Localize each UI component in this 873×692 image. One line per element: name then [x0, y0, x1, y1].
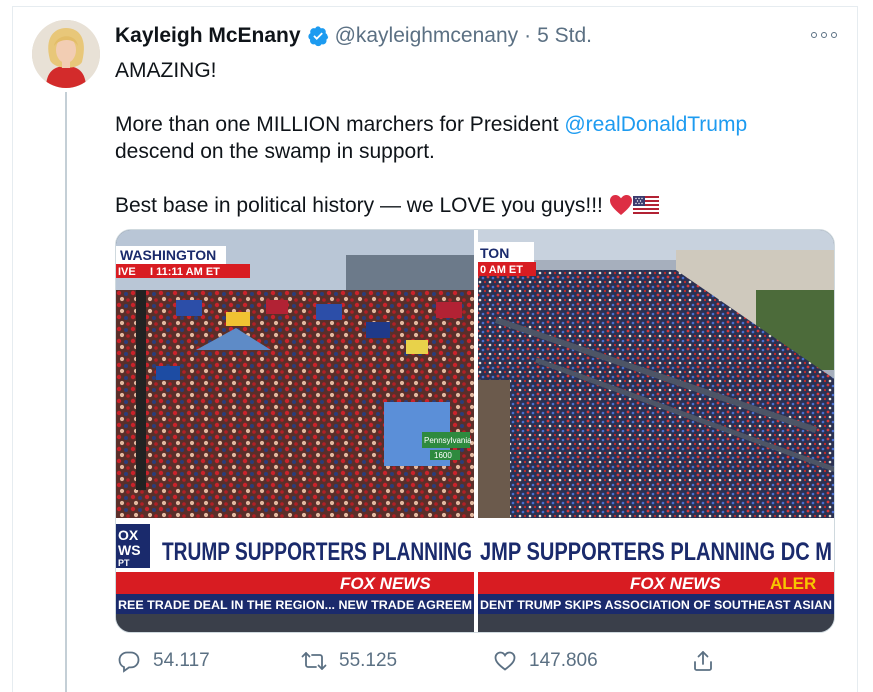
tweet-text-line: AMAZING! — [115, 59, 217, 82]
separator-dot: · — [524, 24, 532, 47]
logo-text: PT — [118, 558, 130, 568]
live-time: I 11:11 AM ET — [150, 266, 220, 278]
logo-text: WS — [118, 542, 141, 558]
headline: JMP SUPPORTERS PLANNING DC M — [480, 538, 832, 566]
retweet-count: 55.125 — [339, 650, 398, 671]
more-options-icon[interactable] — [811, 26, 837, 44]
live-time: 0 AM ET — [480, 264, 523, 276]
author-name[interactable]: Kayleigh McEnany — [115, 24, 301, 48]
us-flag-emoji — [632, 196, 659, 216]
reply-button[interactable]: 54.117 — [117, 649, 210, 673]
author-handle[interactable]: @kayleighmcenany — [335, 24, 519, 48]
tweet-text-line: descend on the swamp in support. — [115, 140, 435, 163]
live-label: IVE — [118, 266, 136, 278]
timestamp[interactable]: 5 Std. — [537, 24, 592, 48]
avatar[interactable] — [32, 20, 100, 88]
tweet-text: AMAZING! More than one MILLION marchers … — [115, 57, 815, 219]
tweet-media[interactable]: Pennsylvania 1600 WASHINGTON IVE I 11:11… — [115, 229, 835, 633]
tweet-text-line: More than one MILLION marchers for Presi… — [115, 111, 815, 138]
tweet-header: Kayleigh McEnany @kayleighmcenany · 5 St… — [115, 22, 592, 50]
thread-line — [65, 92, 67, 692]
logo-text: OX — [118, 527, 139, 543]
tweet-text-fragment: Best base in political history — we LOVE… — [115, 194, 603, 217]
retweet-icon — [301, 652, 327, 670]
share-icon — [694, 651, 712, 671]
tweet-text-line: Best base in political history — we LOVE… — [115, 192, 815, 219]
fox-news-brand: FOX NEWS — [340, 574, 431, 593]
location-label: TON — [480, 245, 509, 261]
tweet-actions: 54.117 55.125 147.806 — [115, 649, 725, 679]
mention-link[interactable]: @realDonaldTrump — [564, 113, 747, 136]
street-sign-text: Pennsylvania — [424, 436, 472, 445]
headline: TRUMP SUPPORTERS PLANNING — [162, 538, 472, 566]
heart-icon — [494, 651, 516, 671]
news-ticker: DENT TRUMP SKIPS ASSOCIATION OF SOUTHEAS… — [480, 598, 832, 612]
location-label: WASHINGTON — [120, 247, 216, 263]
alert-label: ALER — [770, 574, 816, 593]
retweet-button[interactable]: 55.125 — [301, 649, 397, 673]
red-heart-emoji — [609, 195, 632, 215]
news-ticker: REE TRADE DEAL IN THE REGION... NEW TRAD… — [118, 598, 472, 612]
verified-badge-icon — [307, 26, 328, 47]
like-button[interactable]: 147.806 — [493, 649, 598, 673]
media-divider — [474, 230, 478, 632]
video-frame-right: TON 0 AM ET JMP SUPPORTERS PLANNING DC M… — [478, 230, 834, 632]
share-button[interactable] — [691, 649, 715, 673]
reply-count: 54.117 — [153, 650, 210, 671]
like-count: 147.806 — [529, 650, 598, 671]
fox-news-brand: FOX NEWS — [630, 574, 721, 593]
tweet-text-fragment: More than one MILLION marchers for Presi… — [115, 113, 565, 136]
video-frame-left: Pennsylvania 1600 WASHINGTON IVE I 11:11… — [116, 230, 474, 632]
street-sign-number: 1600 — [434, 451, 452, 460]
reply-icon — [118, 651, 140, 673]
